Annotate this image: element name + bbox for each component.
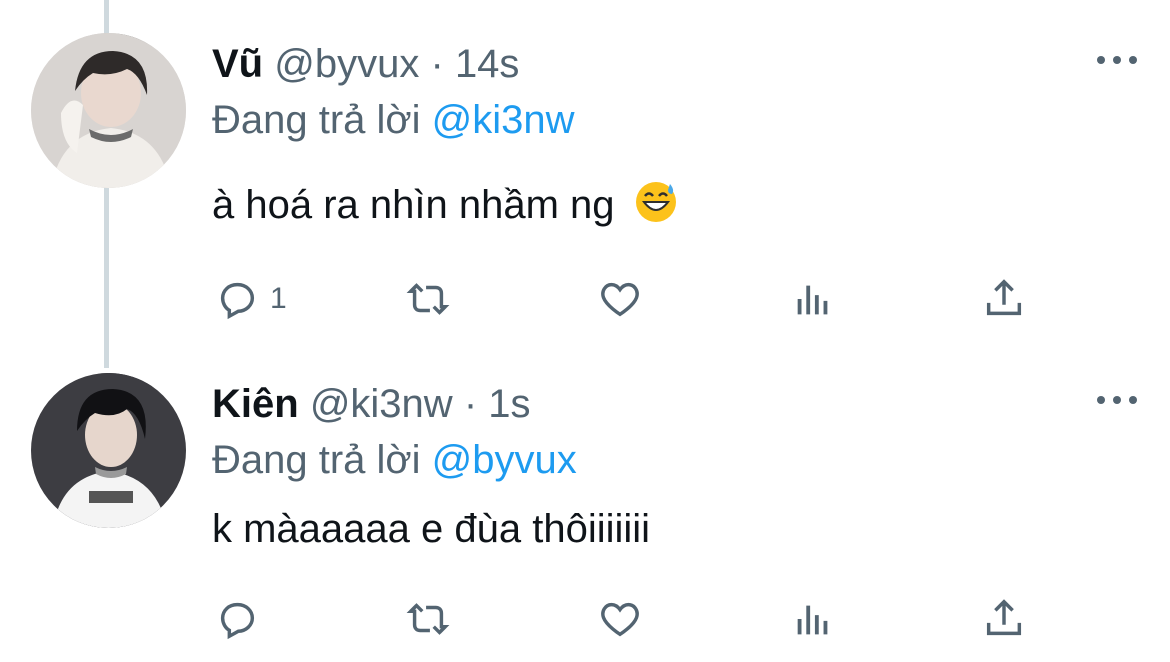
reply-button[interactable]: 1	[214, 274, 287, 324]
reply-count: 1	[270, 282, 287, 315]
tweet[interactable]: Vũ @byvux · 14s Đang trả lời @ki3nw à ho…	[0, 0, 1170, 340]
avatar[interactable]	[31, 373, 186, 528]
share-icon	[986, 279, 1022, 316]
share-icon	[986, 599, 1022, 636]
replying-prefix: Đang trả lời	[212, 98, 421, 142]
share-button[interactable]	[981, 274, 1027, 324]
avatar[interactable]	[31, 33, 186, 188]
user-handle[interactable]: @ki3nw	[310, 382, 453, 426]
display-name[interactable]: Kiên	[212, 382, 299, 426]
share-button[interactable]	[981, 594, 1027, 644]
retweet-icon	[406, 283, 450, 315]
separator-dot: ·	[463, 382, 478, 426]
grinning-face-with-sweat-icon	[634, 180, 678, 224]
replying-prefix: Đang trả lời	[212, 438, 421, 482]
retweet-button[interactable]	[405, 594, 451, 644]
views-icon	[797, 285, 828, 315]
more-icon[interactable]	[1097, 48, 1137, 72]
like-button[interactable]	[597, 274, 643, 324]
timestamp[interactable]: 14s	[455, 42, 520, 86]
views-button[interactable]	[790, 594, 836, 644]
like-icon	[601, 602, 639, 637]
tweet-text-content: k màaaaaa e đùa thôiiiiiii	[212, 507, 651, 551]
views-button[interactable]	[790, 274, 836, 324]
replying-to: Đang trả lời @byvux	[212, 438, 577, 482]
display-name[interactable]: Vũ	[212, 42, 263, 86]
like-icon	[601, 282, 639, 317]
tweet-header: Vũ @byvux · 14s	[212, 42, 519, 86]
tweet-text: à hoá ra nhìn nhầm ng	[212, 180, 678, 228]
tweet-header: Kiên @ki3nw · 1s	[212, 382, 531, 426]
reply-button[interactable]	[214, 594, 270, 644]
action-bar: 1	[0, 274, 1170, 324]
tweet[interactable]: Kiên @ki3nw · 1s Đang trả lời @byvux k m…	[0, 340, 1170, 662]
user-handle[interactable]: @byvux	[274, 42, 419, 86]
retweet-icon	[406, 603, 450, 635]
tweet-text: k màaaaaa e đùa thôiiiiiii	[212, 506, 650, 552]
retweet-button[interactable]	[405, 274, 451, 324]
replying-to: Đang trả lời @ki3nw	[212, 98, 575, 142]
reply-icon	[220, 602, 255, 640]
mention-link[interactable]: @ki3nw	[432, 98, 575, 142]
views-icon	[797, 605, 828, 635]
separator-dot: ·	[430, 42, 444, 86]
mention-link[interactable]: @byvux	[432, 438, 577, 482]
tweet-text-content: à hoá ra nhìn nhầm ng	[212, 183, 615, 227]
like-button[interactable]	[597, 594, 643, 644]
reply-icon	[220, 282, 255, 320]
timestamp[interactable]: 1s	[488, 382, 530, 426]
more-icon[interactable]	[1097, 388, 1137, 412]
action-bar	[0, 594, 1170, 644]
